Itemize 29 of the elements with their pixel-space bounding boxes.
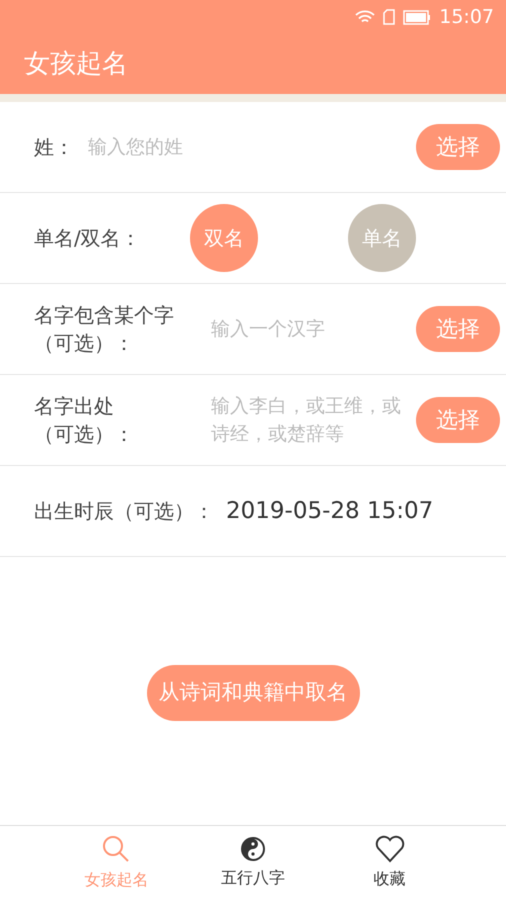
search-icon <box>101 834 132 864</box>
sim-icon <box>383 9 396 25</box>
select-button[interactable]: 选择 <box>416 124 500 170</box>
field-label: 姓： <box>34 134 75 161</box>
select-button[interactable]: 选择 <box>416 397 500 443</box>
name-type-option[interactable]: 双名 <box>190 204 258 272</box>
nav-tab[interactable]: 五行八字 <box>198 826 308 900</box>
field-label: 出生时辰（可选）： <box>34 498 214 525</box>
page-title: 女孩起名 <box>24 48 128 80</box>
battery-icon <box>403 10 432 24</box>
heart-icon <box>374 835 405 863</box>
tab-label: 收藏 <box>374 868 406 890</box>
generate-name-button[interactable]: 从诗词和典籍中取名 <box>146 665 360 721</box>
status-time: 15:07 <box>439 4 494 30</box>
input-field[interactable]: 输入您的姓 <box>88 132 416 162</box>
input-field[interactable]: 输入一个汉字 <box>211 314 416 344</box>
nav-tab[interactable]: 收藏 <box>334 826 445 900</box>
select-button[interactable]: 选择 <box>416 306 500 352</box>
yin-yang-icon <box>240 836 266 862</box>
input-field[interactable]: 输入李白，或王维，或诗经，或楚辞等 <box>211 392 407 448</box>
wifi-icon <box>355 10 376 24</box>
field-label: 名字包含某个字（可选）： <box>34 302 175 357</box>
tab-label: 女孩起名 <box>84 869 148 891</box>
name-type-option[interactable]: 单名 <box>348 204 416 272</box>
tab-label: 五行八字 <box>220 867 285 889</box>
field-label: 名字出处（可选）： <box>34 393 134 448</box>
nav-tab[interactable]: 女孩起名 <box>61 826 172 900</box>
birth-time-value[interactable]: 2019-05-28 15:07 <box>226 494 434 528</box>
field-label: 单名/双名： <box>34 225 142 252</box>
